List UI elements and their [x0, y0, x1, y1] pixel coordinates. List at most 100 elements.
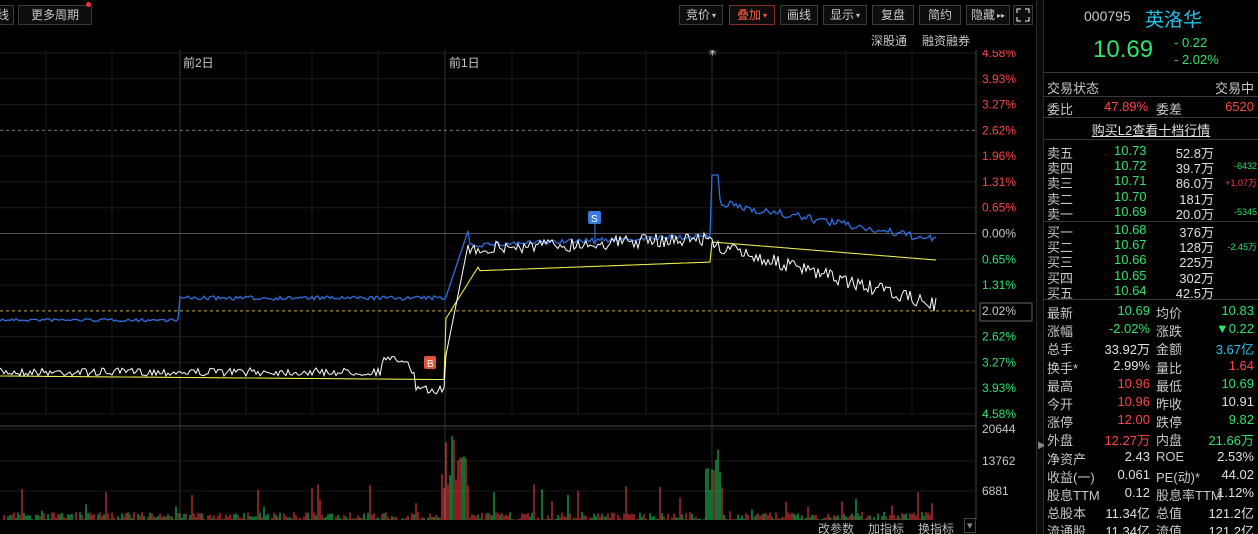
- stat-label: 涨跌: [1156, 324, 1183, 340]
- stat-row: 收益(一) 0.061 PE(动)* 44.02: [1044, 466, 1258, 485]
- level-price: 10.72: [1114, 158, 1147, 174]
- stat-value: 11.34亿: [1105, 506, 1150, 522]
- y-tick-label: 4.58%: [982, 407, 1016, 421]
- params-link[interactable]: 改参数: [818, 520, 854, 534]
- chevron-down-icon: ▾: [856, 11, 861, 20]
- intraday-chart[interactable]: 前2日 前1日 4.58% 3.93% 3.27% 2.62% 1.96% 1.31% 0.6…: [0, 50, 1036, 520]
- simple-button[interactable]: 简约: [919, 5, 961, 25]
- status-label: 交易状态: [1047, 81, 1100, 96]
- replay-label: 复盘: [880, 8, 905, 22]
- ask-row[interactable]: 卖三 10.71 86.0万 +1.07万: [1044, 173, 1258, 191]
- stat-value: 1.64: [1228, 357, 1254, 373]
- star-icon: ✳: [708, 50, 717, 59]
- volume-tick-label: 6881: [982, 484, 1009, 498]
- change-value: - 0.22: [1174, 35, 1208, 50]
- buy-l2-link[interactable]: 购买L2查看十档行情: [1044, 120, 1258, 139]
- bidding-label: 竞价: [685, 8, 710, 22]
- volume-tick-label: 13762: [982, 454, 1016, 468]
- ask-row[interactable]: 卖五 10.73 52.8万: [1044, 143, 1258, 161]
- stat-label: 总值: [1156, 506, 1183, 522]
- bid-row[interactable]: 买二 10.67 128万 -2.45万: [1044, 237, 1258, 255]
- overlay-button[interactable]: 叠加 ▾: [729, 5, 775, 25]
- day-label: 前2日: [183, 55, 214, 70]
- switch-indicator-link[interactable]: 换指标: [918, 520, 954, 534]
- chart-grid: 前2日 前1日: [0, 50, 1033, 520]
- stat-row: 外盘 12.27万 内盘 21.66万: [1044, 430, 1258, 449]
- bid-row[interactable]: 买四 10.65 302万: [1044, 267, 1258, 286]
- more-periods-button[interactable]: 更多周期: [18, 5, 92, 25]
- stat-label: 最低: [1156, 378, 1183, 394]
- stat-value: 0.061: [1117, 466, 1150, 482]
- overlay-label: 叠加: [736, 8, 761, 22]
- stat-label: ROE: [1156, 448, 1185, 464]
- stat-label: 股息率TTM: [1156, 488, 1222, 503]
- divider: [1044, 299, 1258, 300]
- level-price: 10.70: [1114, 188, 1147, 204]
- stat-value: 10.83: [1221, 303, 1254, 318]
- draw-line-button[interactable]: 画线: [780, 5, 818, 25]
- bid-row[interactable]: 买一 10.68 376万: [1044, 222, 1258, 240]
- display-button[interactable]: 显示 ▾: [823, 5, 867, 25]
- ask-row[interactable]: 卖一 10.69 20.0万 -5345: [1044, 204, 1258, 222]
- level-price: 10.68: [1114, 222, 1147, 237]
- diff-label: 委差: [1156, 102, 1183, 117]
- stat-label: 金额: [1156, 342, 1183, 358]
- ask-row[interactable]: 卖四 10.72 39.7万 -6432: [1044, 158, 1258, 176]
- bid-row[interactable]: 买五 10.64 42.5万: [1044, 282, 1258, 301]
- margin-trading-link[interactable]: 融资融券: [922, 32, 970, 49]
- stat-value: ▼0.22: [1215, 321, 1254, 337]
- shenguantong-link[interactable]: 深股通: [871, 32, 907, 49]
- change-percent: - 2.02%: [1174, 52, 1219, 67]
- stat-label: 外盘: [1047, 433, 1074, 449]
- stat-label: 总手: [1047, 342, 1074, 358]
- notification-dot: [86, 2, 91, 7]
- add-indicator-link[interactable]: 加指标: [868, 520, 904, 534]
- stat-row: 涨停 12.00 跌停 9.82: [1044, 412, 1258, 430]
- double-arrow-icon: ▸▸: [996, 11, 1006, 20]
- y-tick-label: 3.27%: [982, 98, 1016, 112]
- stat-value: 12.00: [1117, 412, 1150, 428]
- divider: [1044, 96, 1258, 97]
- replay-button[interactable]: 复盘: [872, 5, 914, 25]
- stat-value: 12.27万: [1104, 433, 1150, 449]
- day-label: 前1日: [449, 55, 480, 70]
- stock-name[interactable]: 英洛华: [1145, 5, 1202, 32]
- stat-value: 10.69: [1117, 303, 1150, 318]
- expand-icon[interactable]: [1013, 5, 1033, 25]
- line-button[interactable]: 线: [0, 5, 14, 25]
- level-label: 卖一: [1047, 206, 1074, 222]
- y-tick-label: 2.62%: [982, 330, 1016, 344]
- level-price: 10.65: [1114, 267, 1147, 283]
- stat-label: 内盘: [1156, 433, 1183, 449]
- stat-label: 流通股: [1047, 524, 1087, 534]
- level-price: 10.64: [1114, 282, 1147, 298]
- stat-value: 2.53%: [1217, 448, 1254, 464]
- y-tick-label: 2.62%: [982, 123, 1016, 137]
- level-volume: 20.0万: [1175, 206, 1214, 222]
- level-price: 10.66: [1114, 252, 1147, 268]
- more-periods-label: 更多周期: [30, 8, 79, 22]
- y-tick-label: 0.65%: [982, 201, 1016, 215]
- bidding-button[interactable]: 竞价 ▾: [679, 5, 723, 25]
- ratio-row: 委比 47.89% 委差 6520: [1044, 99, 1258, 117]
- stat-value: 121.2亿: [1208, 506, 1254, 522]
- panel-collapse-handle[interactable]: ▶: [1036, 0, 1046, 534]
- hide-button[interactable]: 隐藏 ▸▸: [966, 5, 1010, 25]
- bid-row[interactable]: 买三 10.66 225万: [1044, 252, 1258, 270]
- stat-label: 均价: [1156, 306, 1183, 321]
- axis-ticks: 4.58% 3.93% 3.27% 2.62% 1.96% 1.31% 0.65% 0.00%…: [982, 50, 1016, 498]
- level-price: 10.71: [1114, 173, 1147, 189]
- stat-row: 今开 10.96 昨收 10.91: [1044, 394, 1258, 412]
- stat-value: 0.12: [1124, 485, 1150, 500]
- stat-value: 44.02: [1221, 466, 1254, 482]
- y-tick-label: 1.31%: [982, 278, 1016, 292]
- hide-label: 隐藏: [970, 8, 995, 22]
- switch-dropdown-icon[interactable]: ▾: [964, 518, 976, 533]
- stat-label: 流值: [1156, 524, 1183, 534]
- stat-value: 10.96: [1117, 394, 1150, 409]
- stat-label: 总股本: [1047, 506, 1087, 522]
- ask-row[interactable]: 卖二 10.70 181万: [1044, 188, 1258, 207]
- line-button-label: 线: [0, 8, 9, 22]
- stat-value: 11.34亿: [1105, 524, 1150, 534]
- price-line: [0, 231, 937, 395]
